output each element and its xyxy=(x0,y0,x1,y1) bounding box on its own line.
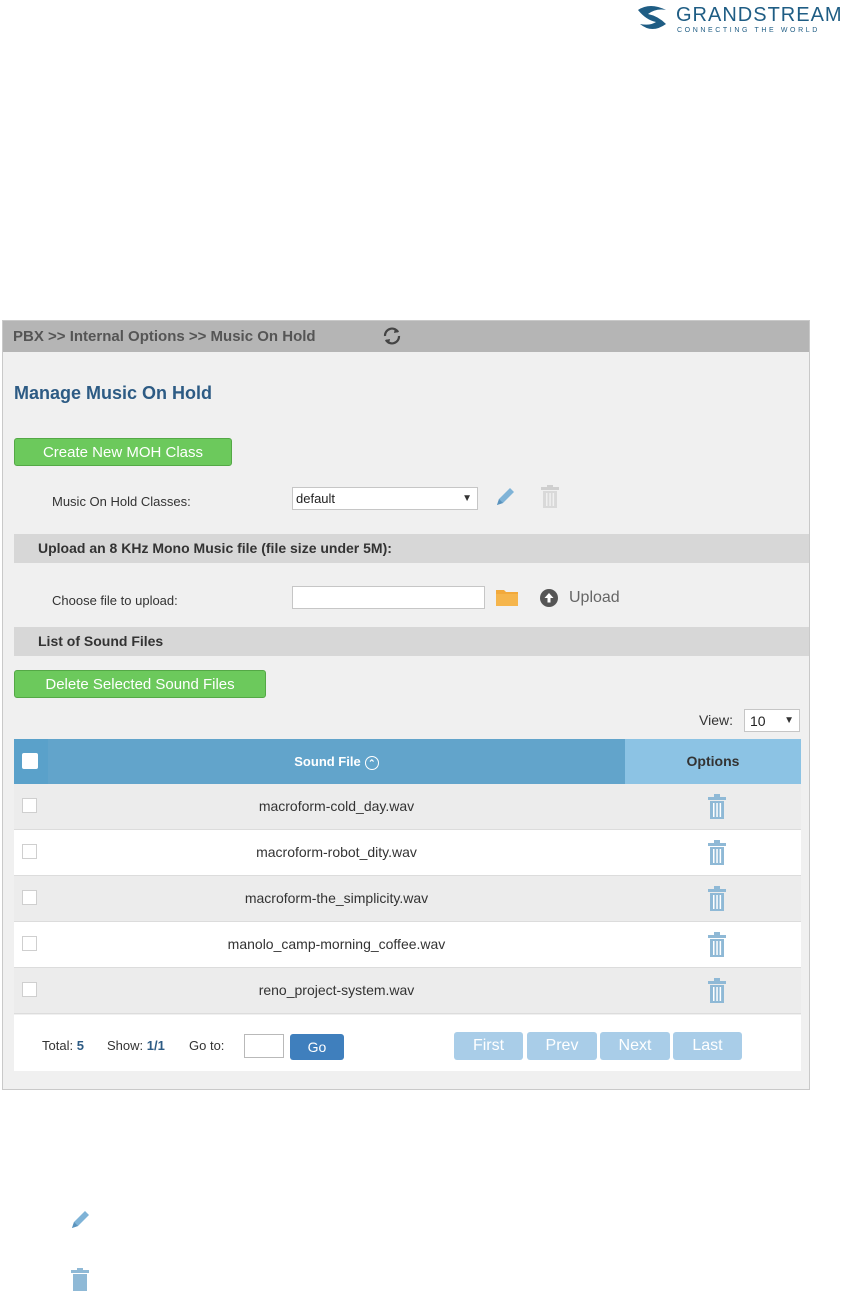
upload-section-header: Upload an 8 KHz Mono Music file (file si… xyxy=(14,534,809,563)
goto-label: Go to: xyxy=(189,1038,225,1053)
create-moh-class-button[interactable]: Create New MOH Class xyxy=(14,438,232,466)
breadcrumb-bar: PBX >> Internal Options >> Music On Hold xyxy=(3,321,809,352)
show-count: Show: 1/1 xyxy=(107,1038,165,1053)
breadcrumb: PBX >> Internal Options >> Music On Hold xyxy=(13,328,316,345)
row-checkbox[interactable] xyxy=(22,798,37,813)
pagination-footer: Total: 5 Show: 1/1 Go to: Go First Prev … xyxy=(14,1015,801,1071)
total-count: Total: 5 xyxy=(42,1038,84,1053)
sound-file-name: manolo_camp-morning_coffee.wav xyxy=(227,936,446,952)
trash-icon[interactable] xyxy=(707,978,727,1004)
music-on-hold-panel: PBX >> Internal Options >> Music On Hold… xyxy=(2,320,810,1090)
row-checkbox[interactable] xyxy=(22,844,37,859)
row-checkbox[interactable] xyxy=(22,982,37,997)
total-label: Total: xyxy=(42,1038,74,1053)
sort-up-icon[interactable]: ⌃ xyxy=(364,755,379,770)
choose-file-label: Choose file to upload: xyxy=(52,593,178,608)
sound-file-name: reno_project-system.wav xyxy=(258,982,415,998)
trash-icon[interactable] xyxy=(707,794,727,820)
row-checkbox[interactable] xyxy=(22,936,37,951)
sound-file-name: macroform-the_simplicity.wav xyxy=(244,890,429,906)
goto-page-input[interactable] xyxy=(244,1034,284,1058)
file-upload-input[interactable] xyxy=(292,586,485,609)
logo-tagline: CONNECTING THE WORLD xyxy=(677,27,820,34)
upload-section-title: Upload an 8 KHz Mono Music file (file si… xyxy=(38,540,392,556)
next-page-button[interactable]: Next xyxy=(600,1032,670,1060)
refresh-icon[interactable] xyxy=(381,325,403,347)
view-count-value: 10 xyxy=(750,713,766,729)
pencil-icon[interactable] xyxy=(493,485,517,509)
sound-file-column-header[interactable]: Sound File ⌃ xyxy=(48,739,625,784)
table-row: reno_project-system.wav xyxy=(14,968,801,1014)
folder-icon[interactable] xyxy=(495,587,519,607)
select-all-header xyxy=(14,739,48,784)
total-value: 5 xyxy=(76,1038,84,1053)
trash-icon[interactable] xyxy=(707,932,727,958)
sound-file-column-label: Sound File xyxy=(294,754,361,769)
list-section-header: List of Sound Files xyxy=(14,627,809,656)
row-checkbox[interactable] xyxy=(22,890,37,905)
moh-classes-label: Music On Hold Classes: xyxy=(52,494,191,509)
table-row: macroform-cold_day.wav xyxy=(14,784,801,830)
page-title: Manage Music On Hold xyxy=(14,383,213,403)
trash-icon xyxy=(71,1268,89,1291)
sound-file-name: macroform-cold_day.wav xyxy=(258,798,415,814)
grandstream-logo-icon xyxy=(638,6,666,29)
table-row: manolo_camp-morning_coffee.wav xyxy=(14,922,801,968)
chevron-down-icon: ▼ xyxy=(462,493,472,504)
upload-icon[interactable] xyxy=(540,589,558,607)
table-header: Sound File ⌃ Options xyxy=(14,739,801,784)
go-button[interactable]: Go xyxy=(290,1034,344,1060)
select-all-checkbox[interactable] xyxy=(22,753,38,769)
moh-class-value: default xyxy=(296,491,336,506)
table-row: macroform-the_simplicity.wav xyxy=(14,876,801,922)
delete-selected-button[interactable]: Delete Selected Sound Files xyxy=(14,670,266,698)
show-value: 1/1 xyxy=(146,1038,165,1053)
moh-class-select[interactable]: default ▼ xyxy=(292,487,478,510)
upload-button[interactable]: Upload xyxy=(569,589,620,607)
first-page-button[interactable]: First xyxy=(454,1032,523,1060)
pencil-icon xyxy=(72,1211,89,1228)
grandstream-logo: GRANDSTREAM CONNECTING THE WORLD xyxy=(636,2,863,38)
chevron-down-icon: ▼ xyxy=(784,715,794,726)
logo-name: GRANDSTREAM xyxy=(676,4,843,26)
trash-icon[interactable] xyxy=(707,886,727,912)
last-page-button[interactable]: Last xyxy=(673,1032,742,1060)
view-count-select[interactable]: 10 ▼ xyxy=(744,709,800,732)
list-section-title: List of Sound Files xyxy=(38,633,164,649)
view-label: View: xyxy=(699,712,733,728)
trash-icon[interactable] xyxy=(540,485,560,509)
table-row: macroform-robot_dity.wav xyxy=(14,830,801,876)
sound-file-name: macroform-robot_dity.wav xyxy=(256,844,417,860)
options-column-header: Options xyxy=(625,739,801,784)
prev-page-button[interactable]: Prev xyxy=(527,1032,597,1060)
show-label: Show: xyxy=(107,1038,144,1053)
trash-icon[interactable] xyxy=(707,840,727,866)
